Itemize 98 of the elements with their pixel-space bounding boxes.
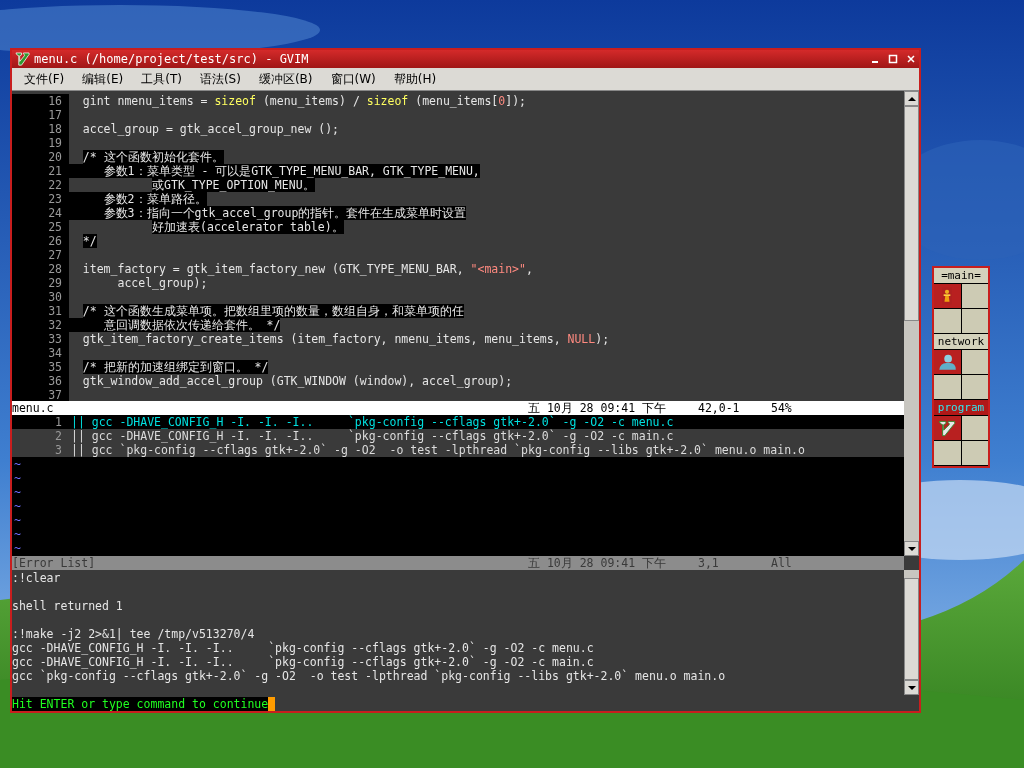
line-number: 29 [12, 276, 69, 290]
code-text: (menu_items) / [261, 94, 361, 108]
desktop-label[interactable]: =main= [934, 268, 988, 284]
command-output-line: gcc -DHAVE_CONFIG_H -I. -I. -I.. `pkg-config --cflags gtk+-2.0` -g -O2 -c menu.c [12, 641, 595, 655]
code-text: sizeof [214, 94, 256, 108]
code-text: 好加速表(accelerator table)。 [151, 220, 344, 234]
line-number: 37 [12, 388, 69, 402]
empty-line-marker: ~ [13, 499, 22, 513]
scroll-thumb[interactable] [904, 106, 919, 321]
line-number: 34 [12, 346, 69, 360]
maximize-button[interactable] [888, 54, 898, 64]
code-text: "<main>" [470, 262, 526, 276]
command-output-line: shell returned 1 [12, 599, 124, 613]
pager-window[interactable] [934, 416, 961, 440]
status-position: 3,1 [698, 556, 720, 570]
desktop-label[interactable]: network [934, 334, 988, 350]
text-cursor [268, 697, 276, 711]
empty-line-marker: ~ [13, 471, 22, 485]
line-number: 30 [12, 290, 69, 304]
line-number: 33 [12, 332, 69, 346]
code-text: gint nmenu_items = [81, 94, 209, 108]
empty-line-marker: ~ [13, 541, 22, 555]
line-number: 27 [12, 248, 69, 262]
error-list-row[interactable]: 3 || gcc `pkg-config --cflags gtk+-2.0` -g -O2 -o test -lpthread `pkg-config --libs gtk+-2.0` menu.o main.o [12, 443, 904, 457]
continue-prompt: Hit ENTER or type command to continue [12, 697, 269, 711]
status-time: 五 10月 28 09:41 下午 [528, 556, 667, 570]
vim-logo-icon [15, 51, 30, 67]
line-number: 28 [12, 262, 69, 276]
empty-line-marker: ~ [13, 485, 22, 499]
status-file-name: menu.c [12, 401, 55, 415]
code-text: ); [595, 332, 610, 346]
scrollbar[interactable] [904, 91, 919, 556]
status-file-name: [Error List] [12, 556, 97, 570]
code-text: , [525, 262, 533, 276]
line-number: 24 [12, 206, 69, 220]
scrollbar[interactable] [904, 570, 919, 695]
code-text: gtk_window_add_accel_group (GTK_WINDOW (window), accel_group); [81, 374, 513, 388]
pager-window[interactable] [934, 350, 961, 374]
code-text: sizeof [366, 94, 409, 108]
scroll-thumb[interactable] [904, 578, 919, 680]
line-number: 36 [12, 374, 69, 388]
menu-item[interactable]: 工具(T) [133, 70, 190, 88]
scroll-down-button[interactable] [904, 680, 919, 695]
empty-line-marker: ~ [13, 513, 22, 527]
menu-item[interactable]: 窗口(W) [322, 70, 384, 88]
status-time: 五 10月 28 09:41 下午 [528, 401, 667, 415]
code-text: item_factory = gtk_item_factory_new (GTK_TYPE_MENU_BAR, [81, 262, 465, 276]
error-list-row[interactable]: 2 || gcc -DHAVE_CONFIG_H -I. -I. -I.. `pkg-config --cflags gtk+-2.0` -g -O2 -c main.c [12, 429, 904, 443]
code-text: 意回调数据依次传递给套件。 */ [69, 318, 281, 332]
code-text: accel_group = gtk_accel_group_new (); [81, 122, 340, 136]
status-scroll: All [771, 556, 793, 570]
user-icon [936, 353, 959, 371]
pawn-icon [942, 287, 953, 305]
scroll-down-button[interactable] [904, 541, 919, 556]
code-text: /* 把新的加速组绑定到窗口。 */ [81, 360, 269, 374]
scroll-up-button[interactable] [904, 91, 919, 106]
menu-item[interactable]: 语法(S) [191, 70, 249, 88]
menu-item[interactable]: 缓冲区(B) [250, 70, 321, 88]
line-number: 20 [12, 150, 69, 164]
command-output-line: :!clear [12, 571, 62, 585]
menu-item[interactable]: 文件(F) [16, 70, 73, 88]
code-text: 参数3：指向一个gtk_accel_group的指针。套件在生成菜单时设置 [69, 206, 467, 220]
line-number: 26 [12, 234, 69, 248]
status-position: 42,0-1 [698, 401, 741, 415]
empty-line-marker: ~ [13, 457, 22, 471]
menu-item[interactable]: 编辑(E) [74, 70, 132, 88]
code-text: */ [81, 234, 97, 248]
line-number: 35 [12, 360, 69, 374]
code-text: /* 这个函数生成菜单项。把数组里项的数量，数组自身，和菜单项的任 [81, 304, 464, 318]
code-text: ]); [505, 94, 526, 108]
code-text: 参数2：菜单路径。 [69, 192, 207, 206]
code-text: accel_group); [116, 276, 208, 290]
code-text: /* 这个函数初始化套件。 [81, 150, 224, 164]
line-number: 22 [12, 178, 69, 192]
desktop-label[interactable]: program [934, 400, 988, 416]
command-output-line: :!make -j2 2>&1| tee /tmp/v513270/4 [12, 627, 256, 641]
line-number: 19 [12, 136, 69, 150]
line-number: 21 [12, 164, 69, 178]
code-text: NULL [567, 332, 596, 346]
code-text: (menu_items[ [414, 94, 499, 108]
line-number: 31 [12, 304, 69, 318]
line-number: 16 [12, 94, 69, 108]
empty-line-marker: ~ [13, 527, 22, 541]
line-number: 32 [12, 318, 69, 332]
close-button[interactable] [906, 54, 916, 64]
line-number: 23 [12, 192, 69, 206]
command-output-line: gcc -DHAVE_CONFIG_H -I. -I. -I.. `pkg-config --cflags gtk+-2.0` -g -O2 -c main.c [12, 655, 594, 669]
line-number: 17 [12, 108, 69, 122]
status-scroll: 54% [771, 401, 793, 415]
menu-item[interactable]: 帮助(H) [385, 70, 445, 88]
code-text: 0 [498, 94, 506, 108]
command-output-line: gcc `pkg-config --cflags gtk+-2.0` -g -O2 -o test -lpthread `pkg-config --libs gtk+-2.0` menu.o main.o [12, 669, 727, 683]
line-number: 25 [12, 220, 69, 234]
line-number: 18 [12, 122, 69, 136]
code-text: 或GTK_TYPE_OPTION_MENU。 [151, 178, 315, 192]
code-text: 参数1：菜单类型 - 可以是GTK_TYPE_MENU_BAR, GTK_TYPE_MENU, [69, 164, 480, 178]
code-text: gtk_item_factory_create_items (item_factory, nmenu_items, menu_items, [81, 332, 562, 346]
window-title: menu.c (/home/project/test/src) - GVIM [34, 52, 310, 66]
